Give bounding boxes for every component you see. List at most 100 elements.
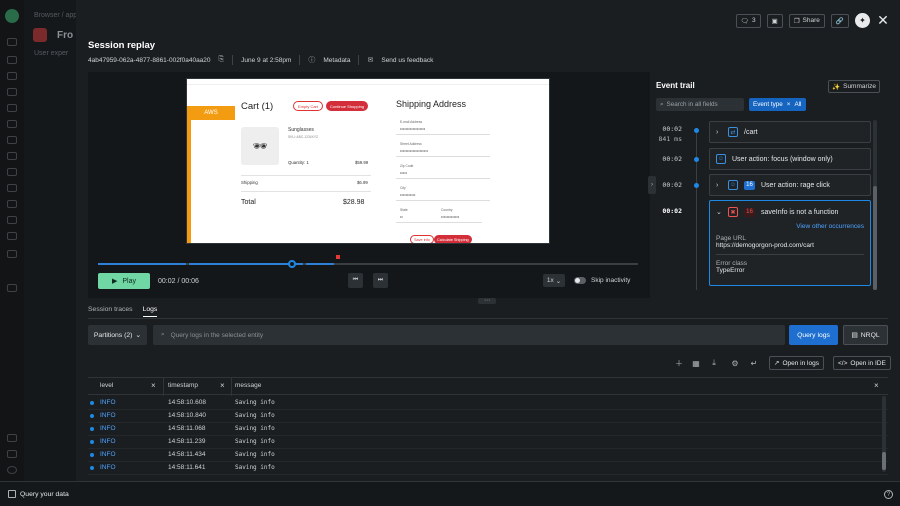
event-search-input[interactable]: ⌕ Search in all fields — [656, 98, 744, 111]
route-change-icon: ⇄ — [728, 127, 738, 137]
email-field[interactable]: E-mail Address •••••••••••••••••• — [396, 117, 490, 135]
share-button[interactable]: ❐ Share — [788, 13, 825, 28]
errors-icon — [7, 232, 17, 240]
table-row[interactable]: INFO 14:58:11.641 Saving info — [88, 462, 888, 475]
log-message: Saving info — [235, 451, 275, 458]
divider — [241, 175, 371, 176]
table-row[interactable]: INFO 14:58:11.434 Saving info — [88, 449, 888, 462]
settings-icon[interactable]: ⚙ — [729, 357, 741, 369]
skip-back-icon[interactable]: ⏮ — [348, 273, 363, 288]
aws-badge: AWS — [187, 106, 235, 120]
continue-shopping-button[interactable]: Continue Shopping — [326, 101, 369, 111]
speed-value: 1x — [546, 277, 554, 284]
resize-handle[interactable]: ⋯ — [478, 298, 496, 304]
table-row[interactable]: INFO 14:58:11.239 Saving info — [88, 436, 888, 449]
help-icon[interactable]: ? — [884, 490, 893, 499]
product-name: Sunglasses — [288, 127, 314, 133]
open-in-ide-button[interactable]: </> Open in IDE — [833, 356, 891, 370]
search-icon — [7, 38, 17, 46]
search-icon: ⌕ — [161, 331, 165, 338]
queries-icon — [7, 250, 17, 258]
level-dot — [90, 427, 94, 431]
user-avatar-icon — [7, 466, 17, 474]
ai-assistant-icon[interactable]: ✦ — [855, 13, 870, 28]
level-dot — [90, 401, 94, 405]
event-card-navigation[interactable]: › ⇄ /cart — [709, 121, 871, 143]
background-sidebar — [24, 0, 76, 506]
nrql-button[interactable]: ▤ NRQL — [843, 325, 888, 345]
columns-icon[interactable]: ▦ — [690, 357, 702, 369]
speed-select[interactable]: 1x ⌄ — [543, 274, 565, 287]
remove-column-icon[interactable]: × — [874, 381, 879, 390]
country-field[interactable]: Country ••••••••••••• — [437, 205, 482, 223]
summarize-button[interactable]: ✨ Summarize — [828, 80, 880, 93]
zip-value: ••••• — [400, 170, 408, 175]
logs-scroll-thumb[interactable] — [882, 452, 886, 470]
column-header-message[interactable]: message — [235, 382, 261, 389]
chevron-down-icon: ⌄ — [135, 332, 142, 339]
log-query-input[interactable]: ⌕ Query logs in the selected entity — [153, 325, 785, 345]
state-field[interactable]: State •• — [396, 205, 441, 223]
collapse-panel-icon[interactable]: › — [648, 176, 656, 194]
table-row[interactable]: INFO 14:58:10.608 Saving info — [88, 397, 888, 410]
open-in-logs-button[interactable]: ↗ Open in logs — [769, 356, 824, 370]
tab-logs[interactable]: Logs — [142, 306, 158, 317]
event-card-error[interactable]: ⌄ ✖ 16 saveInfo is not a function View o… — [709, 200, 871, 286]
partitions-dropdown[interactable]: Partitions (2) ⌄ — [88, 325, 147, 345]
column-header-level[interactable]: level — [100, 382, 113, 389]
clear-icon[interactable]: × — [787, 101, 791, 108]
copy-link-button[interactable]: 🔗 — [830, 13, 849, 28]
play-button[interactable]: ▶ Play — [98, 273, 150, 289]
table-row[interactable]: INFO 14:58:10.840 Saving info — [88, 410, 888, 423]
feedback-link[interactable]: Send us feedback — [381, 57, 433, 64]
log-level: INFO — [100, 438, 116, 445]
zip-field[interactable]: Zip Code ••••• — [396, 161, 490, 179]
comments-button[interactable]: 🗨 3 — [735, 13, 761, 28]
event-type-filter[interactable]: Event type × All — [749, 98, 806, 111]
activity-segment — [189, 263, 303, 265]
background-app-title: Fro — [57, 30, 74, 41]
skip-inactivity-toggle[interactable] — [574, 277, 586, 284]
query-logs-button[interactable]: Query logs — [789, 325, 838, 345]
street-field[interactable]: Street Address •••••••••••••••••••• — [396, 139, 490, 157]
error-header[interactable]: ⌄ ✖ 16 saveInfo is not a function — [716, 207, 838, 217]
timeline-knob[interactable] — [288, 260, 297, 268]
error-marker[interactable] — [336, 255, 340, 259]
replay-timeline[interactable] — [98, 255, 638, 268]
event-card-focus[interactable]: ☺ User action: focus (window only) — [709, 148, 871, 170]
metadata-link[interactable]: Metadata — [323, 57, 350, 64]
screenshot-button[interactable]: ▣ — [766, 13, 783, 28]
search-icon: ⌕ — [660, 100, 664, 108]
log-timestamp: 14:58:11.068 — [168, 425, 206, 432]
save-info-button[interactable]: Save info — [410, 235, 434, 243]
view-other-occurrences-link[interactable]: View other occurrences — [716, 223, 864, 230]
log-timestamp: 14:58:11.641 — [168, 464, 206, 471]
query-your-data-button[interactable]: Query your data — [20, 491, 69, 498]
session-id: 4ab47959-062a-4877-8861-002f0a40aa20 — [88, 56, 211, 64]
column-header-timestamp[interactable]: timestamp — [168, 382, 198, 389]
add-icon[interactable]: ＋ — [673, 357, 685, 369]
log-level: INFO — [100, 399, 116, 406]
empty-cart-button[interactable]: Empty Cart — [293, 101, 324, 111]
column-divider[interactable] — [231, 378, 232, 396]
event-label: User action: focus (window only) — [732, 155, 833, 163]
wrap-icon[interactable]: ↵ — [748, 357, 760, 369]
download-icon[interactable]: ⤓ — [708, 357, 720, 369]
event-card-rage-click[interactable]: › ☺ 16 User action: rage click — [709, 174, 871, 196]
remove-column-icon[interactable]: × — [151, 381, 156, 390]
mobile-icon — [7, 184, 17, 192]
page-url-label: Page URL — [716, 235, 746, 242]
event-trail-scroll-thumb[interactable] — [873, 186, 877, 290]
city-field[interactable]: City ••••••••••• — [396, 183, 490, 201]
open-in-logs-label: Open in logs — [782, 359, 819, 367]
street-value: •••••••••••••••••••• — [400, 148, 429, 153]
column-divider[interactable] — [163, 378, 164, 396]
tab-session-traces[interactable]: Session traces — [88, 306, 133, 317]
log-timestamp: 14:58:10.608 — [168, 399, 206, 406]
copy-icon[interactable]: ⎘ — [219, 56, 225, 64]
skip-forward-icon[interactable]: ⏭ — [373, 273, 388, 288]
calculate-shipping-button[interactable]: Calculate Shipping — [434, 235, 472, 243]
table-row[interactable]: INFO 14:58:11.068 Saving info — [88, 423, 888, 436]
remove-column-icon[interactable]: × — [220, 381, 225, 390]
close-icon[interactable]: ✕ — [876, 12, 890, 29]
